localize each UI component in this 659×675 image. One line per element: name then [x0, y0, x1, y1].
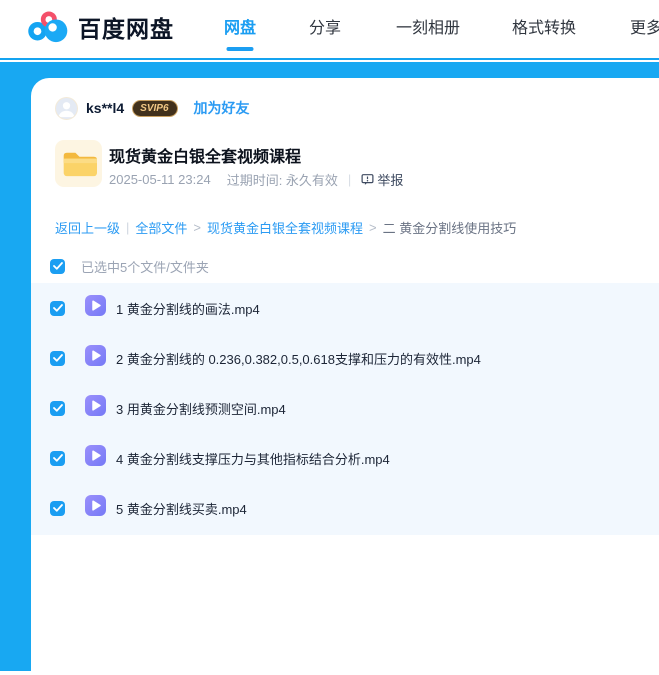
add-friend-link[interactable]: 加为好友: [194, 98, 250, 118]
file-checkbox[interactable]: [50, 450, 65, 466]
file-name[interactable]: 1 黄金分割线的画法.mp4: [116, 299, 260, 318]
check-icon: [52, 404, 63, 412]
check-icon: [52, 504, 63, 512]
file-row[interactable]: 5 黄金分割线买卖.mp4: [31, 483, 659, 533]
nav-tab-share[interactable]: 分享: [309, 0, 341, 58]
file-row[interactable]: 1 黄金分割线的画法.mp4: [31, 283, 659, 333]
nav-tab-album[interactable]: 一刻相册: [396, 0, 460, 58]
file-row[interactable]: 4 黄金分割线支撑压力与其他指标结合分析.mp4: [31, 433, 659, 483]
breadcrumb: 返回上一级 | 全部文件 > 现货黄金白银全套视频课程 > 二 黄金分割线使用技…: [55, 218, 517, 237]
breadcrumb-current: 二 黄金分割线使用技巧: [382, 221, 517, 236]
video-file-icon: [84, 344, 107, 372]
baidu-netdisk-share-page: 百度网盘 网盘 分享 一刻相册 格式转换 更多 ks**l4 SVIP6 加为好…: [0, 0, 659, 675]
brand[interactable]: 百度网盘: [27, 9, 174, 45]
select-all-checkbox[interactable]: [50, 258, 65, 274]
video-file-icon: [84, 444, 107, 472]
file-name[interactable]: 3 用黄金分割线预测空间.mp4: [116, 399, 286, 418]
breadcrumb-folder-link[interactable]: 现货黄金白银全套视频课程: [207, 218, 363, 237]
share-date: 2025-05-11 23:24: [109, 172, 211, 187]
file-checkbox[interactable]: [50, 400, 65, 416]
report-icon: [361, 174, 374, 185]
share-card: ks**l4 SVIP6 加为好友 现货黄金白银全套视频课程 2025-05-1…: [31, 78, 659, 675]
check-icon: [52, 262, 63, 270]
sharer-info-row: ks**l4 SVIP6 加为好友: [55, 96, 250, 120]
file-row[interactable]: 2 黄金分割线的 0.236,0.382,0.5,0.618支撑和压力的有效性.…: [31, 333, 659, 383]
check-icon: [52, 354, 63, 362]
file-checkbox[interactable]: [50, 500, 65, 516]
file-name[interactable]: 2 黄金分割线的 0.236,0.382,0.5,0.618支撑和压力的有效性.…: [116, 349, 481, 368]
selection-bar: 已选中5个文件/文件夹: [50, 251, 209, 281]
file-checkbox[interactable]: [50, 350, 65, 366]
meta-divider: |: [347, 172, 352, 187]
video-file-icon: [84, 294, 107, 322]
check-icon: [52, 304, 63, 312]
check-icon: [52, 454, 63, 462]
nav-tab-format-convert[interactable]: 格式转换: [512, 0, 576, 58]
file-name[interactable]: 5 黄金分割线买卖.mp4: [116, 499, 247, 518]
top-navbar: 百度网盘 网盘 分享 一刻相册 格式转换 更多: [0, 0, 659, 60]
report-button[interactable]: 举报: [361, 170, 403, 189]
share-title: 现货黄金白银全套视频课程: [109, 149, 302, 166]
file-checkbox[interactable]: [50, 300, 65, 316]
active-tab-underline: [226, 47, 254, 51]
video-file-icon: [84, 394, 107, 422]
file-row[interactable]: 3 用黄金分割线预测空间.mp4: [31, 383, 659, 433]
nav-tab-netdisk[interactable]: 网盘: [224, 0, 256, 58]
sharer-username: ks**l4: [86, 100, 125, 116]
breadcrumb-all-files-link[interactable]: 全部文件: [135, 218, 187, 237]
brand-name: 百度网盘: [78, 16, 174, 42]
video-file-icon: [84, 494, 107, 522]
baidu-netdisk-logo-icon: [27, 9, 69, 45]
share-expire: 过期时间: 永久有效: [226, 173, 338, 188]
share-meta-row: 2025-05-11 23:24 过期时间: 永久有效 | 举报: [109, 170, 403, 189]
avatar: [55, 96, 78, 120]
shared-folder-icon: [55, 140, 102, 187]
breadcrumb-back-link[interactable]: 返回上一级: [55, 218, 120, 237]
svip-badge: SVIP6: [132, 99, 178, 117]
selection-summary: 已选中5个文件/文件夹: [81, 259, 209, 275]
nav-tab-more[interactable]: 更多: [630, 0, 659, 58]
file-list: 1 黄金分割线的画法.mp4 2 黄金分割线的 0.236,0.382,0.5,…: [31, 283, 659, 535]
file-name[interactable]: 4 黄金分割线支撑压力与其他指标结合分析.mp4: [116, 449, 390, 468]
